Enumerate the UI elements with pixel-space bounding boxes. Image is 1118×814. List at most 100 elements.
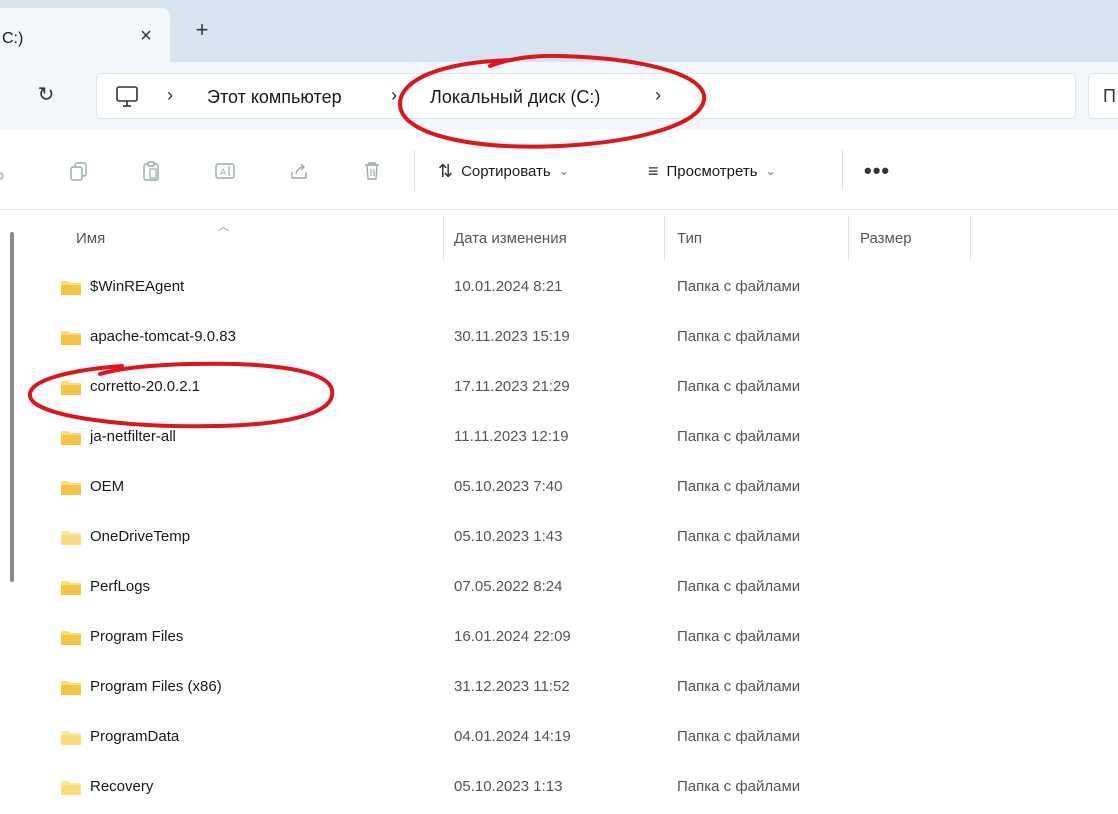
folder-icon: [61, 731, 81, 745]
search-box[interactable]: П: [1088, 73, 1118, 119]
toolbar: A ⇅ Сортировать ⌄ ≡ Просмотреть ⌄ •••: [0, 130, 1118, 210]
file-name: PerfLogs: [90, 578, 151, 595]
column-name[interactable]: Имя: [76, 230, 105, 247]
file-date: 04.01.2024 14:19: [454, 728, 571, 745]
file-type: Папка с файлами: [677, 328, 801, 345]
rename-icon[interactable]: A: [214, 160, 236, 182]
breadcrumb-local-disk[interactable]: Локальный диск (C:): [430, 87, 600, 108]
list-item[interactable]: ProgramData 04.01.2024 14:19 Папка с фай…: [0, 712, 1118, 762]
file-type: Папка с файлами: [677, 728, 801, 745]
toolbar-divider: [842, 150, 843, 190]
address-bar[interactable]: › Этот компьютер › Локальный диск (C:) ›: [96, 73, 1076, 119]
file-date: 17.11.2023 21:29: [454, 378, 570, 395]
list-item[interactable]: $WinREAgent 10.01.2024 8:21 Папка с файл…: [0, 262, 1118, 312]
column-separator[interactable]: [970, 216, 971, 260]
list-item[interactable]: OneDriveTemp 05.10.2023 1:43 Папка с фай…: [0, 512, 1118, 562]
column-size[interactable]: Размер: [860, 230, 912, 247]
address-row: ↻ › Этот компьютер › Локальный диск (C:)…: [0, 62, 1118, 130]
folder-icon: [61, 481, 81, 495]
view-lines-icon: ≡: [648, 160, 659, 181]
file-type: Папка с файлами: [677, 578, 801, 595]
file-date: 16.01.2024 22:09: [454, 628, 571, 645]
list-item[interactable]: apache-tomcat-9.0.83 30.11.2023 15:19 Па…: [0, 312, 1118, 362]
folder-icon: [61, 681, 81, 695]
file-date: 11.11.2023 12:19: [454, 428, 569, 445]
chevron-down-icon: ⌄: [558, 164, 569, 178]
folder-icon: [61, 331, 81, 345]
share-icon[interactable]: [288, 160, 310, 182]
new-tab-icon[interactable]: +: [190, 18, 214, 42]
more-options-icon[interactable]: •••: [864, 158, 890, 184]
chevron-right-icon[interactable]: ›: [167, 85, 173, 106]
list-item[interactable]: Program Files (x86) 31.12.2023 11:52 Пап…: [0, 662, 1118, 712]
file-name: $WinREAgent: [90, 278, 185, 295]
folder-icon: [61, 431, 81, 445]
file-type: Папка с файлами: [677, 378, 801, 395]
computer-icon: [116, 86, 138, 107]
file-date: 31.12.2023 11:52: [454, 678, 570, 695]
file-date: 10.01.2024 8:21: [454, 278, 563, 295]
tab-local-disk[interactable]: C:) ×: [0, 8, 170, 62]
refresh-icon[interactable]: ↻: [34, 83, 58, 107]
folder-icon: [61, 381, 81, 395]
column-header: ︿ Имя Дата изменения Тип Размер: [0, 216, 1118, 260]
column-separator[interactable]: [664, 216, 665, 260]
sort-button[interactable]: ⇅ Сортировать ⌄: [438, 157, 569, 185]
file-name: ProgramData: [90, 728, 180, 745]
column-date[interactable]: Дата изменения: [454, 230, 567, 247]
tab-title: C:): [2, 30, 24, 47]
file-type: Папка с файлами: [677, 278, 801, 295]
tab-strip: C:) × +: [0, 0, 1118, 62]
file-name: Program Files (x86): [90, 678, 222, 695]
svg-text:A: A: [220, 168, 227, 178]
column-separator[interactable]: [848, 216, 849, 260]
column-separator[interactable]: [443, 216, 444, 260]
chevron-right-icon[interactable]: ›: [391, 85, 397, 106]
file-name: apache-tomcat-9.0.83: [90, 328, 236, 345]
file-name: Program Files: [90, 628, 184, 645]
folder-icon: [61, 781, 81, 795]
file-name: corretto-20.0.2.1: [90, 378, 201, 395]
view-button[interactable]: ≡ Просмотреть ⌄: [648, 157, 776, 185]
list-item[interactable]: ja-netfilter-all 11.11.2023 12:19 Папка …: [0, 412, 1118, 462]
list-item[interactable]: PerfLogs 07.05.2022 8:24 Папка с файлами: [0, 562, 1118, 612]
file-name: ja-netfilter-all: [90, 428, 176, 445]
file-date: 05.10.2023 1:43: [454, 528, 563, 545]
file-date: 05.10.2023 1:13: [454, 778, 563, 795]
delete-icon[interactable]: [361, 160, 383, 182]
folder-icon: [61, 581, 81, 595]
file-date: 07.05.2022 8:24: [454, 578, 563, 595]
list-item[interactable]: corretto-20.0.2.1 17.11.2023 21:29 Папка…: [0, 362, 1118, 412]
search-placeholder: П: [1103, 86, 1116, 106]
file-date: 05.10.2023 7:40: [454, 478, 563, 495]
file-type: Папка с файлами: [677, 428, 801, 445]
sort-ascending-icon: ︿: [218, 221, 229, 233]
file-type: Папка с файлами: [677, 678, 801, 695]
file-type: Папка с файлами: [677, 478, 801, 495]
folder-icon: [61, 531, 81, 545]
list-item[interactable]: OEM 05.10.2023 7:40 Папка с файлами: [0, 462, 1118, 512]
file-name: OneDriveTemp: [90, 528, 191, 545]
list-item[interactable]: Program Files 16.01.2024 22:09 Папка с ф…: [0, 612, 1118, 662]
file-type: Папка с файлами: [677, 628, 801, 645]
folder-icon: [61, 281, 81, 295]
copy-icon[interactable]: [68, 160, 90, 182]
close-icon[interactable]: ×: [134, 24, 158, 48]
sort-icon: ⇅: [438, 160, 454, 181]
column-type[interactable]: Тип: [677, 230, 702, 247]
chevron-right-icon[interactable]: ›: [655, 85, 661, 106]
file-name: OEM: [90, 478, 125, 495]
view-label: Просмотреть: [666, 162, 758, 180]
file-type: Папка с файлами: [677, 778, 801, 795]
file-date: 30.11.2023 15:19: [454, 328, 570, 345]
toolbar-divider: [414, 150, 415, 190]
file-name: Recovery: [90, 778, 154, 795]
cut-icon[interactable]: [0, 160, 14, 182]
folder-icon: [61, 631, 81, 645]
list-item[interactable]: Recovery 05.10.2023 1:13 Папка с файлами: [0, 762, 1118, 812]
file-type: Папка с файлами: [677, 528, 801, 545]
sort-label: Сортировать: [461, 162, 551, 180]
chevron-down-icon: ⌄: [765, 164, 776, 178]
breadcrumb-this-pc[interactable]: Этот компьютер: [207, 87, 342, 108]
paste-icon[interactable]: [140, 160, 162, 182]
